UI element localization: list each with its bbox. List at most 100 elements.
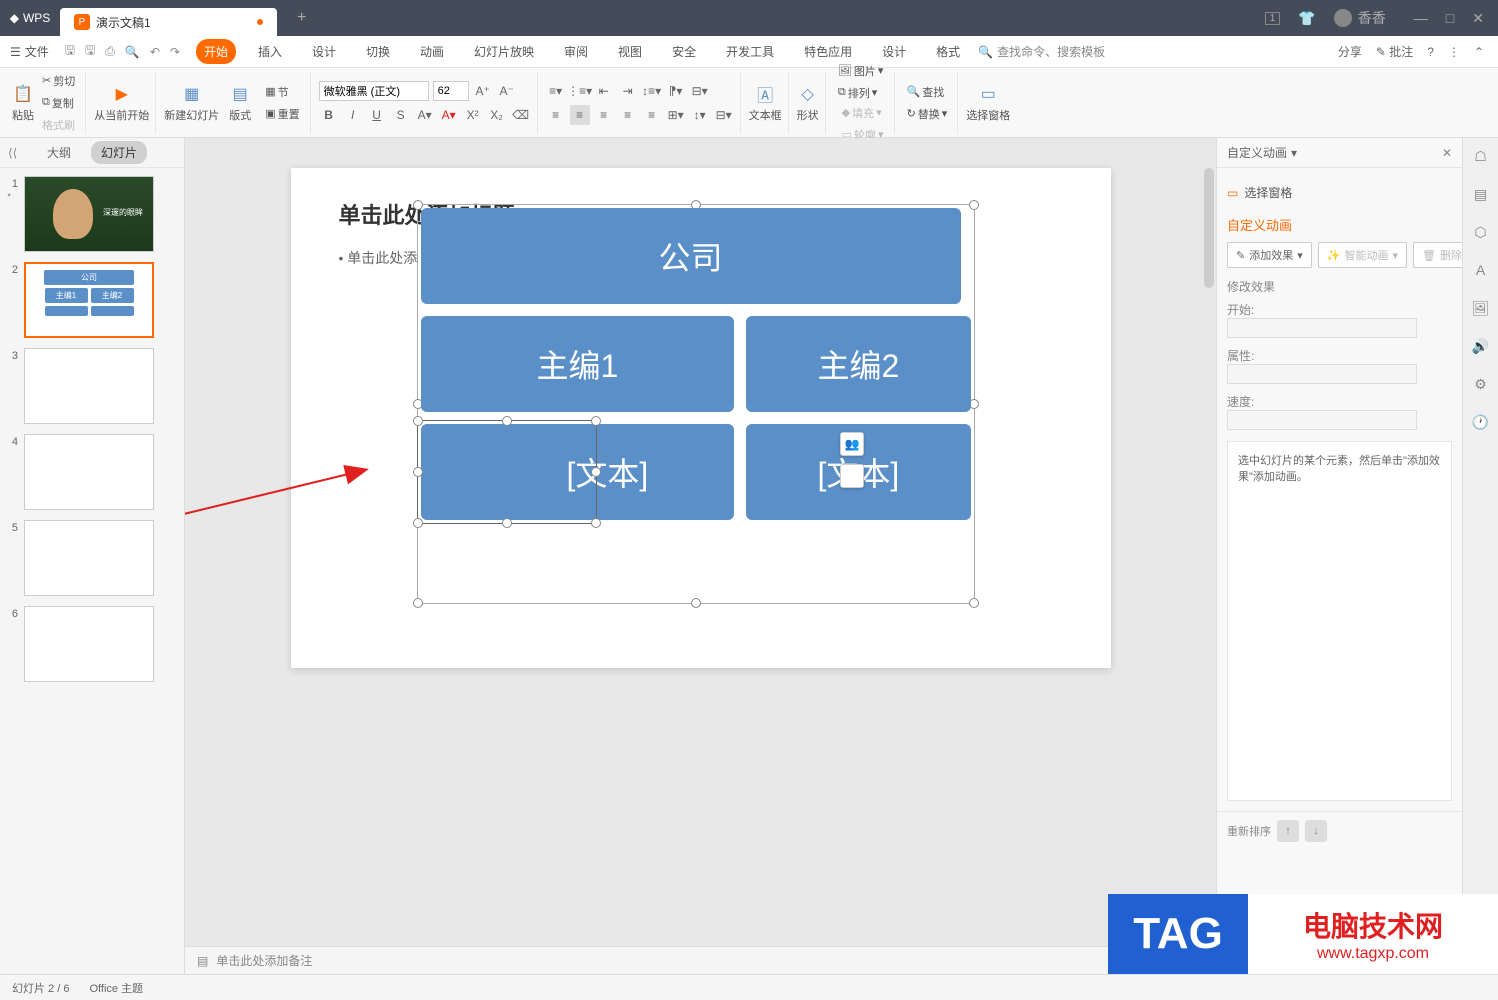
thumb-row-1[interactable]: 1 ⋆ 深邃的眼眸	[4, 176, 180, 252]
paste-icon[interactable]: 📋	[12, 83, 34, 105]
close-button[interactable]: ✕	[1472, 10, 1484, 27]
vertical-scrollbar[interactable]	[1204, 168, 1214, 288]
move-up-button[interactable]: ↑	[1277, 820, 1299, 842]
textbox-icon[interactable]: 🄰	[754, 83, 776, 105]
smartart-box-company[interactable]: 公司	[421, 208, 961, 304]
copy-button[interactable]: ⧉ 复制	[38, 93, 79, 113]
text-direction-button[interactable]: ⁋▾	[666, 81, 686, 101]
align-left-button[interactable]: ≡	[546, 105, 566, 125]
select-pane-link[interactable]: ▭ 选择窗格	[1227, 178, 1452, 207]
side-format-icon[interactable]: ⬡	[1471, 222, 1491, 242]
side-image-icon[interactable]: 🖼	[1471, 298, 1491, 318]
start-select[interactable]	[1227, 318, 1417, 338]
thumb-row-5[interactable]: 5	[4, 520, 180, 596]
content-placeholder[interactable]: • 单击此处添	[339, 248, 418, 268]
maximize-button[interactable]: □	[1446, 10, 1454, 26]
tab-slideshow[interactable]: 幻灯片放映	[466, 39, 542, 64]
indent-dec-button[interactable]: ⇤	[594, 81, 614, 101]
smartart-box-editor1[interactable]: 主编1	[421, 316, 735, 412]
fill-button[interactable]: ◆ 填充▾	[838, 103, 888, 123]
picture-button[interactable]: 🖼 图片▾	[834, 61, 888, 81]
increase-font-button[interactable]: A⁺	[473, 81, 493, 101]
font-size-select[interactable]	[433, 81, 469, 101]
tab-transition[interactable]: 切换	[358, 39, 398, 64]
subscript-button[interactable]: X₂	[487, 105, 507, 125]
cut-button[interactable]: ✂ 剪切	[38, 71, 79, 91]
smartart-box-text1[interactable]: [文本]	[421, 424, 735, 520]
thumbnail-1[interactable]: 深邃的眼眸	[24, 176, 154, 252]
move-down-button[interactable]: ↓	[1305, 820, 1327, 842]
layout-icon[interactable]: ▤	[229, 83, 251, 105]
badge-icon[interactable]: 1	[1265, 12, 1281, 25]
tab-animation[interactable]: 动画	[412, 39, 452, 64]
format-painter-button[interactable]: 格式刷	[38, 115, 79, 135]
ribbon-options[interactable]: ⋮	[1448, 45, 1460, 59]
tab-developer[interactable]: 开发工具	[718, 39, 782, 64]
tab-insert[interactable]: 插入	[250, 39, 290, 64]
close-panel-button[interactable]: ✕	[1442, 146, 1452, 160]
spacing-button[interactable]: ↕▾	[690, 105, 710, 125]
clear-format-button[interactable]: ⌫	[511, 105, 531, 125]
italic-button[interactable]: I	[343, 105, 363, 125]
collapse-panel-icon[interactable]: ⟨⟨	[8, 146, 17, 160]
tab-review[interactable]: 审阅	[556, 39, 596, 64]
align-justify-button[interactable]: ≡	[618, 105, 638, 125]
thumb-row-4[interactable]: 4	[4, 434, 180, 510]
font-name-select[interactable]	[319, 81, 429, 101]
align-text-button[interactable]: ⊟▾	[690, 81, 710, 101]
para-more-button[interactable]: ⊟▾	[714, 105, 734, 125]
speed-select[interactable]	[1227, 410, 1417, 430]
side-clock-icon[interactable]: 🕐	[1471, 412, 1491, 432]
play-icon[interactable]: ▶	[111, 83, 133, 105]
shape-icon[interactable]: ◇	[797, 83, 819, 105]
collapse-ribbon[interactable]: ⌃	[1474, 45, 1484, 59]
columns-button[interactable]: ⊞▾	[666, 105, 686, 125]
help-button[interactable]: ?	[1427, 45, 1434, 59]
outline-tab[interactable]: 大纲	[37, 141, 81, 164]
numbering-button[interactable]: ⋮≡▾	[570, 81, 590, 101]
section-button[interactable]: ▦ 节	[261, 82, 303, 102]
select-pane-icon[interactable]: ▭	[977, 83, 999, 105]
side-layers-icon[interactable]: ▤	[1471, 184, 1491, 204]
smartart-options-button[interactable]: 👥	[840, 432, 864, 456]
canvas-scroll[interactable]: 单击此处添加标题 • 单击此处添 公司 主编1	[185, 138, 1216, 946]
smartart-diagram[interactable]: 公司 主编1 主编2 [文本]	[421, 208, 971, 532]
thumb-row-2[interactable]: 2 公司 主编1 主编2	[4, 262, 180, 338]
save-as-icon[interactable]: 🖫	[85, 41, 95, 62]
underline-button[interactable]: U	[367, 105, 387, 125]
thumb-row-3[interactable]: 3	[4, 348, 180, 424]
print-icon[interactable]: ⎙	[105, 44, 115, 59]
notes-bar[interactable]: ▤ 单击此处添加备注	[185, 946, 1216, 974]
arrange-button[interactable]: ⧉ 排列▾	[834, 83, 888, 103]
side-home-icon[interactable]: ☖	[1471, 146, 1491, 166]
redo-icon[interactable]: ↷	[170, 45, 180, 59]
new-slide-icon[interactable]: ▦	[181, 83, 203, 105]
smartart-edit-button[interactable]: ✎	[840, 464, 864, 488]
bold-button[interactable]: B	[319, 105, 339, 125]
font-color-button[interactable]: A▾	[439, 105, 459, 125]
comment-button[interactable]: ✎ 批注	[1376, 43, 1413, 60]
find-button[interactable]: 🔍 查找	[903, 82, 952, 102]
replace-button[interactable]: ↻ 替换▾	[903, 104, 952, 124]
line-spacing-button[interactable]: ↕≡▾	[642, 81, 662, 101]
indent-inc-button[interactable]: ⇥	[618, 81, 638, 101]
app-logo[interactable]: ◆ WPS	[0, 11, 60, 25]
side-tool-icon[interactable]: ⚙	[1471, 374, 1491, 394]
print-preview-icon[interactable]: 🔍	[125, 45, 140, 59]
strike-button[interactable]: S	[391, 105, 411, 125]
tab-home[interactable]: 开始	[196, 39, 236, 64]
bullets-button[interactable]: ≡▾	[546, 81, 566, 101]
decrease-font-button[interactable]: A⁻	[497, 81, 517, 101]
thumbnail-2[interactable]: 公司 主编1 主编2	[24, 262, 154, 338]
thumbnail-6[interactable]	[24, 606, 154, 682]
side-text-icon[interactable]: A	[1471, 260, 1491, 280]
minimize-button[interactable]: —	[1414, 10, 1428, 26]
smartart-box-editor2[interactable]: 主编2	[746, 316, 970, 412]
thumb-row-6[interactable]: 6	[4, 606, 180, 682]
distribute-button[interactable]: ≡	[642, 105, 662, 125]
slides-tab[interactable]: 幻灯片	[91, 141, 147, 164]
property-select[interactable]	[1227, 364, 1417, 384]
highlight-button[interactable]: A▾	[415, 105, 435, 125]
reset-button[interactable]: ▣ 重置	[261, 104, 303, 124]
user-area[interactable]: 香香	[1334, 8, 1386, 28]
